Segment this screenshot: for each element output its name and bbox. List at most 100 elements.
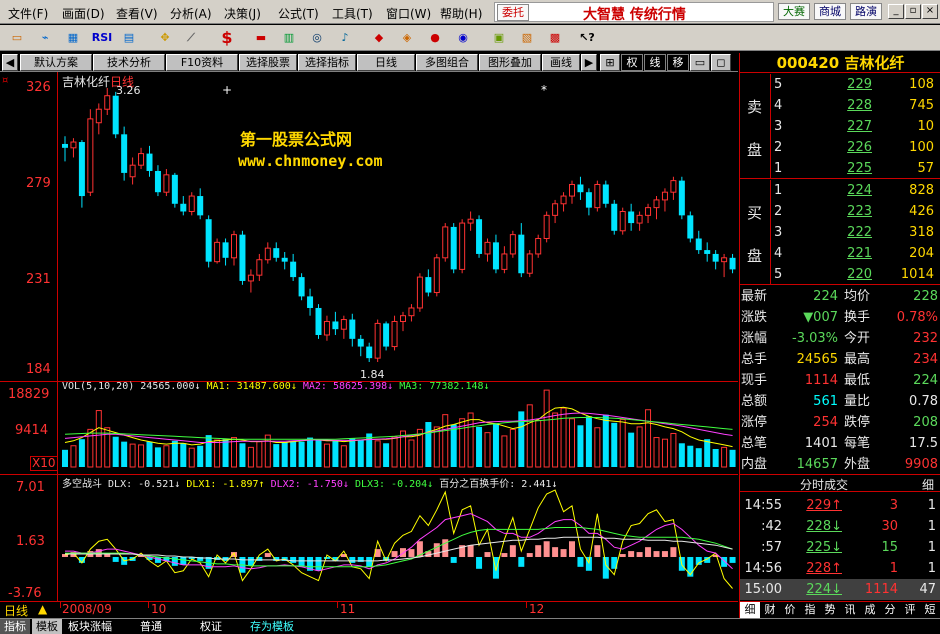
tick-row[interactable]: :42 228↓ 30 1: [740, 516, 940, 537]
quote-tab[interactable]: 讯: [840, 602, 860, 618]
mall-button[interactable]: 商城: [814, 3, 846, 20]
order-button[interactable]: 委托: [497, 4, 529, 21]
menu-window[interactable]: 窗口(W): [386, 5, 431, 22]
quote-tab[interactable]: 价: [780, 602, 800, 618]
bid-row[interactable]: 5 220 1014: [774, 264, 939, 285]
menu-formula[interactable]: 公式(T): [278, 5, 319, 22]
menu-view[interactable]: 查看(V): [116, 5, 158, 22]
menu-analysis[interactable]: 分析(A): [170, 5, 212, 22]
tab-tech-analysis[interactable]: 技术分析: [93, 54, 165, 71]
status-tab-template[interactable]: 模板: [32, 619, 62, 634]
status-tab-normal[interactable]: 普通: [136, 619, 166, 634]
bid-price[interactable]: 224: [812, 180, 872, 201]
quote-tab[interactable]: 财: [760, 602, 780, 618]
tick-price[interactable]: 224↓: [796, 579, 842, 600]
close-icon[interactable]: ×: [922, 4, 938, 19]
tick-row[interactable]: 14:55 229↑ 3 1: [740, 495, 940, 516]
tab-line[interactable]: 线: [644, 54, 666, 71]
ask-price[interactable]: 228: [812, 95, 872, 116]
tab-daily[interactable]: 日线: [357, 54, 415, 71]
table-icon[interactable]: ▦: [62, 28, 84, 48]
ask-price[interactable]: 225: [812, 158, 872, 179]
ticks-detail-toggle[interactable]: 细: [922, 476, 934, 493]
book-icon[interactable]: ▧: [516, 28, 538, 48]
disc-icon[interactable]: ●: [424, 28, 446, 48]
bid-price[interactable]: 222: [812, 222, 872, 243]
tick-row[interactable]: :57 225↓ 15 1: [740, 537, 940, 558]
open-folder-icon[interactable]: ▭: [6, 28, 28, 48]
contest-button[interactable]: 大赛: [778, 3, 810, 20]
dollar-icon[interactable]: $: [216, 28, 238, 48]
bid-row[interactable]: 3 222 318: [774, 222, 939, 243]
bid-row[interactable]: 1 224 828: [774, 180, 939, 201]
tick-price[interactable]: 228↑: [796, 558, 842, 579]
minimize-icon[interactable]: _: [888, 4, 904, 19]
help-pointer-icon[interactable]: ↖?: [576, 28, 598, 48]
restore-icon[interactable]: ▫: [905, 4, 921, 19]
quote-tab[interactable]: 指: [800, 602, 820, 618]
alert-icon[interactable]: ◆: [368, 28, 390, 48]
bid-price[interactable]: 223: [812, 201, 872, 222]
menu-decision[interactable]: 决策(J): [224, 5, 261, 22]
tab-select-indicator[interactable]: 选择指标: [298, 54, 356, 71]
tick-row[interactable]: 14:56 228↑ 1 1: [740, 558, 940, 579]
ask-row[interactable]: 4 228 745: [774, 95, 939, 116]
quote-tab[interactable]: 分: [880, 602, 900, 618]
maximize-icon[interactable]: ◻: [711, 54, 731, 71]
rsi-icon[interactable]: RSI: [90, 28, 114, 48]
settings-icon[interactable]: ¤: [2, 75, 8, 86]
tick-price[interactable]: 228↓: [796, 516, 842, 537]
chip-icon[interactable]: ▬: [250, 28, 272, 48]
kline-chart-area[interactable]: + * ¤ 吉林化纤 日线 326 279 231 184 3.26 1.84 第…: [0, 72, 738, 602]
quote-tab[interactable]: 势: [820, 602, 840, 618]
status-tab-warrant[interactable]: 权证: [196, 619, 226, 634]
ask-row[interactable]: 2 226 100: [774, 137, 939, 158]
ask-price[interactable]: 227: [812, 116, 872, 137]
tab-drawing[interactable]: 画线: [542, 54, 580, 71]
minute-chart-icon[interactable]: ⌁: [34, 28, 56, 48]
quote-tab[interactable]: 短: [920, 602, 940, 618]
menu-help[interactable]: 帮助(H): [440, 5, 482, 22]
tab-f10[interactable]: F10资料: [166, 54, 238, 71]
status-tab-save-template[interactable]: 存为模板: [246, 619, 298, 634]
window-icon[interactable]: ▭: [690, 54, 710, 71]
bid-price[interactable]: 220: [812, 264, 872, 285]
tab-rights[interactable]: 权: [621, 54, 643, 71]
tab-overlay[interactable]: 图形叠加: [479, 54, 541, 71]
ask-row[interactable]: 5 229 108: [774, 74, 939, 95]
status-tab-indicator[interactable]: 指标: [0, 619, 30, 634]
tick-price[interactable]: 225↓: [796, 537, 842, 558]
bell-icon[interactable]: ♪: [334, 28, 356, 48]
tab-select-stock[interactable]: 选择股票: [239, 54, 297, 71]
books-icon[interactable]: ▩: [544, 28, 566, 48]
bid-row[interactable]: 2 223 426: [774, 201, 939, 222]
quote-tab[interactable]: 成: [860, 602, 880, 618]
layout-icon[interactable]: ▣: [488, 28, 510, 48]
binoculars-icon[interactable]: ◎: [306, 28, 328, 48]
ask-row[interactable]: 1 225 57: [774, 158, 939, 179]
menu-file[interactable]: 文件(F): [8, 5, 48, 22]
status-tab-sector[interactable]: 板块涨幅: [64, 619, 116, 634]
tab-move[interactable]: 移: [667, 54, 689, 71]
quote-tab[interactable]: 评: [900, 602, 920, 618]
bid-price[interactable]: 221: [812, 243, 872, 264]
menu-tools[interactable]: 工具(T): [332, 5, 373, 22]
tick-row[interactable]: 15:00 224↓ 1114 47: [740, 579, 940, 600]
menu-view-screen[interactable]: 画面(D): [62, 5, 105, 22]
bar-chart-icon[interactable]: ▥: [278, 28, 300, 48]
bid-row[interactable]: 4 221 204: [774, 243, 939, 264]
tab-default-scheme[interactable]: 默认方案: [20, 54, 92, 71]
crosshair-toggle-icon[interactable]: ⊞: [600, 54, 620, 71]
grid-icon[interactable]: ▤: [118, 28, 140, 48]
quote-tab[interactable]: 细: [740, 602, 760, 618]
ask-price[interactable]: 229: [812, 74, 872, 95]
tab-scroll-right-icon[interactable]: ▶: [581, 54, 597, 71]
diamond-icon[interactable]: ◈: [396, 28, 418, 48]
orb-icon[interactable]: ◉: [452, 28, 474, 48]
roadshow-button[interactable]: 路演: [850, 3, 882, 20]
ask-price[interactable]: 226: [812, 137, 872, 158]
tab-multi-chart[interactable]: 多图组合: [416, 54, 478, 71]
tick-price[interactable]: 229↑: [796, 495, 842, 516]
ask-row[interactable]: 3 227 10: [774, 116, 939, 137]
ruler-icon[interactable]: ⟋: [180, 28, 202, 48]
